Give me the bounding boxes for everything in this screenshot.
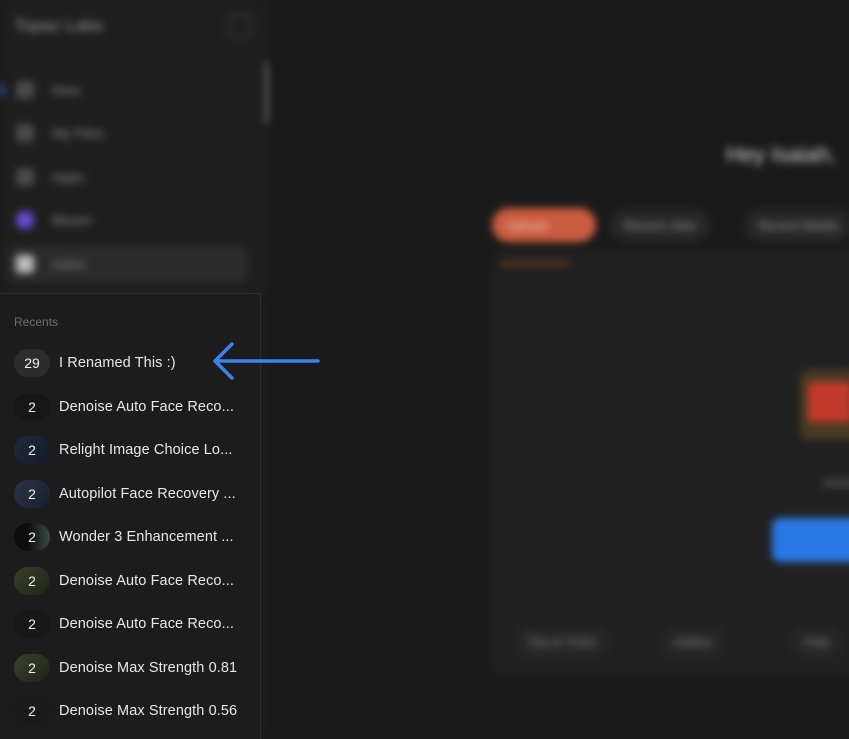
sidebar-collapse-icon[interactable] <box>229 16 251 38</box>
gallery-button[interactable]: Gallery <box>660 626 727 658</box>
item-count: 2 <box>28 529 36 545</box>
hint-text <box>822 478 849 488</box>
astra-icon <box>16 255 34 273</box>
app-window: Topaz Labs New My Files Apps Bloom Astra… <box>0 0 849 739</box>
thumbnail-badge: 2 <box>14 610 50 638</box>
item-title: Denoise Auto Face Reco... <box>59 616 234 632</box>
item-count: 2 <box>28 616 36 632</box>
nav-label: Bloom <box>52 212 92 228</box>
brand-logo: Topaz Labs <box>14 16 103 35</box>
thumbnail-badge: 2 <box>14 393 50 421</box>
item-title: Denoise Max Strength 0.56 <box>59 703 238 719</box>
nav-label: New <box>52 82 81 98</box>
recent-item[interactable]: 2 Denoise Auto Face Reco... <box>14 391 254 423</box>
recent-item[interactable]: 2 Relight Image Choice Lo... <box>14 434 254 466</box>
chip-label: Recent Jobs <box>624 217 697 233</box>
item-title: Autopilot Face Recovery ... <box>59 486 236 502</box>
thumbnail-badge: 2 <box>14 697 50 725</box>
plus-icon <box>16 81 34 99</box>
recent-item[interactable]: 2 Denoise Auto Face Reco... <box>14 608 254 640</box>
main-content: Hey Isaiah, Upload Recent Jobs Recent Me… <box>272 0 849 739</box>
item-count: 2 <box>28 660 36 676</box>
item-count: 2 <box>28 486 36 502</box>
thumbnail-badge: 2 <box>14 436 50 464</box>
item-title: I Renamed This :) <box>59 355 176 371</box>
item-count: 2 <box>28 703 36 719</box>
bloom-icon <box>16 211 34 229</box>
thumbnail-badge: 2 <box>14 654 50 682</box>
item-title: Relight Image Choice Lo... <box>59 442 233 458</box>
tab-recent-media[interactable]: Recent Media <box>744 208 849 242</box>
recent-item[interactable]: 2 Denoise Max Strength 0.81 <box>14 652 254 684</box>
chip-label: Help <box>804 635 829 649</box>
nav-label: My Files <box>52 125 105 141</box>
item-count: 2 <box>28 399 36 415</box>
recents-heading: Recents <box>14 315 59 329</box>
nav-item-apps[interactable]: Apps <box>8 159 248 195</box>
preview-image <box>800 370 849 440</box>
item-title: Denoise Max Strength 0.81 <box>59 660 238 676</box>
sidebar-scrollbar[interactable] <box>264 62 271 124</box>
help-button[interactable]: Help <box>790 626 843 658</box>
recent-item[interactable]: 2 Wonder 3 Enhancement ... <box>14 521 254 553</box>
nav-item-my-files[interactable]: My Files <box>8 115 248 151</box>
greeting-title: Hey Isaiah, <box>726 142 837 167</box>
tab-recent-jobs[interactable]: Recent Jobs <box>610 208 711 242</box>
thumbnail-badge: 2 <box>14 567 50 595</box>
thumbnail-badge: 2 <box>14 480 50 508</box>
nav-item-new[interactable]: New <box>8 72 248 108</box>
chip-label: Upload <box>506 217 548 233</box>
tab-upload[interactable]: Upload <box>492 208 596 242</box>
folder-icon <box>16 124 34 142</box>
upload-button[interactable] <box>772 518 849 562</box>
item-count: 2 <box>28 573 36 589</box>
sidebar-navigation: Topaz Labs New My Files Apps Bloom Astra <box>0 0 265 295</box>
recent-item[interactable]: 2 Autopilot Face Recovery ... <box>14 478 254 510</box>
apps-icon <box>16 168 34 186</box>
item-count: 29 <box>24 355 40 371</box>
item-count: 2 <box>28 442 36 458</box>
tips-button[interactable]: Tips & Tricks <box>514 626 611 658</box>
recent-item[interactable]: 2 Denoise Auto Face Reco... <box>14 565 254 597</box>
recent-item[interactable]: 2 Denoise Max Strength 0.56 <box>14 695 254 727</box>
active-indicator <box>0 84 3 96</box>
nav-item-astra[interactable]: Astra <box>8 246 248 282</box>
tab-underline <box>500 262 570 265</box>
item-title: Denoise Auto Face Reco... <box>59 399 234 415</box>
thumbnail-badge: 29 <box>14 349 50 377</box>
nav-label: Apps <box>52 169 84 185</box>
thumbnail-badge: 2 <box>14 523 50 551</box>
upload-panel <box>492 250 849 675</box>
item-title: Wonder 3 Enhancement ... <box>59 529 234 545</box>
arrow-left-icon <box>213 342 320 380</box>
chip-label: Recent Media <box>758 217 839 233</box>
chip-label: Tips & Tricks <box>528 635 597 649</box>
nav-item-bloom[interactable]: Bloom <box>8 202 248 238</box>
chip-label: Gallery <box>674 635 713 649</box>
item-title: Denoise Auto Face Reco... <box>59 573 234 589</box>
nav-label: Astra <box>52 256 85 272</box>
